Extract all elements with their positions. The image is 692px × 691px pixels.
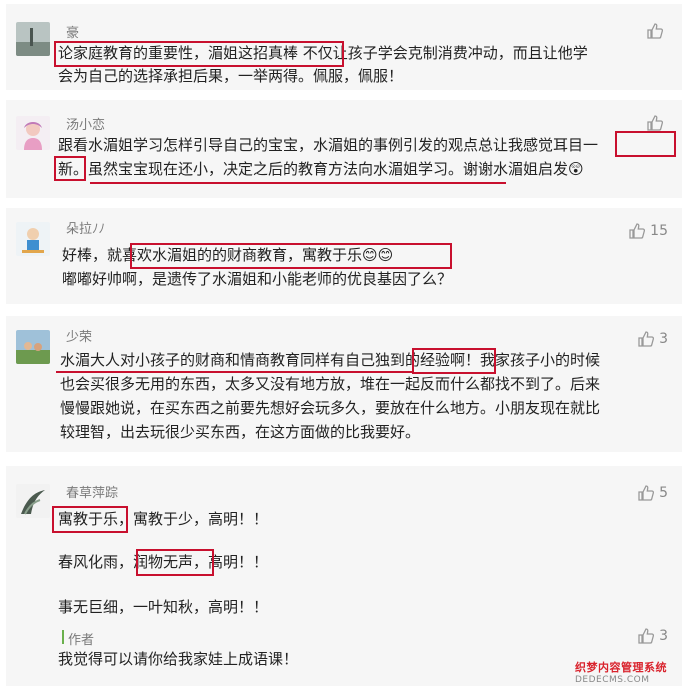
watermark: 织梦内容管理系统 DEDECMS.COM xyxy=(575,661,687,689)
comment-text-line: 也会买很多无用的东西，太多又没有地方放，堆在一起反而什么都找不到了。后来 xyxy=(60,375,601,393)
avatar[interactable] xyxy=(16,116,50,150)
comment-card: 豪 论家庭教育的重要性，湄姐这招真棒 不仅让孩子学会克制消费冲动，而且让他学 会… xyxy=(6,4,682,90)
comment-text-line: 春风化雨，润物无声，高明！！ xyxy=(58,553,269,571)
like-button[interactable] xyxy=(646,22,668,40)
thumbs-up-icon xyxy=(628,222,646,240)
avatar[interactable] xyxy=(16,22,50,56)
comment-author[interactable]: 豪 xyxy=(66,26,79,42)
comment-author[interactable]: 朵拉ﾉﾉ xyxy=(66,222,105,238)
highlight-underline xyxy=(90,182,506,184)
comment-author[interactable]: 少荣 xyxy=(66,330,92,346)
avatar[interactable] xyxy=(16,484,50,518)
comment-text-line: 新。虽然宝宝现在还小，决定之后的教育方法向水湄姐学习。谢谢水湄姐启发😲 xyxy=(58,160,584,178)
reply-like-button[interactable]: 3 xyxy=(637,627,668,645)
comment-text-line: 跟看水湄姐学习怎样引导自己的宝宝，水湄姐的事例引发的观点总让我感觉耳目一 xyxy=(58,136,599,154)
reply-text: 我觉得可以请你给我家娃上成语课！ xyxy=(58,650,299,668)
like-count: 3 xyxy=(659,331,668,347)
thumbs-up-icon xyxy=(637,627,655,645)
comment-card: 春草萍踪 5 寓教于乐，寓教于少，高明！！ 春风化雨，润物无声，高明！！ 事无巨… xyxy=(6,466,682,686)
like-count: 15 xyxy=(650,223,668,239)
comment-author[interactable]: 汤小恋 xyxy=(66,118,105,134)
thumbs-up-icon xyxy=(646,114,664,132)
comment-text-line: 好棒，就喜欢水湄姐的的财商教育，寓教于乐😊😊 xyxy=(62,246,394,264)
like-button[interactable]: 3 xyxy=(637,330,668,348)
comment-text-line: 水湄大人对小孩子的财商和情商教育同样有自己独到的经验啊！我家孩子小的时候 xyxy=(60,351,601,369)
comment-card: 汤小恋 跟看水湄姐学习怎样引导自己的宝宝，水湄姐的事例引发的观点总让我感觉耳目一… xyxy=(6,100,682,198)
like-button[interactable] xyxy=(646,114,668,132)
comment-text-line: 慢慢跟她说，在买东西之前要先想好会玩多久，要放在什么地方。小朋友现在就比 xyxy=(60,399,601,417)
like-button[interactable]: 15 xyxy=(628,222,668,240)
thumbs-up-icon xyxy=(646,22,664,40)
reply-author-label: 作者 xyxy=(68,633,95,648)
comment-text-line: 较理智，出去玩很少买东西，在这方面做的比我要好。 xyxy=(60,423,421,441)
comment-author[interactable]: 春草萍踪 xyxy=(66,486,118,502)
comment-text-line: 寓教于乐，寓教于少，高明！！ xyxy=(58,510,269,528)
thumbs-up-icon xyxy=(637,484,655,502)
like-count: 5 xyxy=(659,485,668,501)
comment-text-line: 嘟嘟好帅啊，是遗传了水湄姐和小能老师的优良基因了么？ xyxy=(62,270,453,288)
comment-card: 少荣 3 水湄大人对小孩子的财商和情商教育同样有自己独到的经验啊！我家孩子小的时… xyxy=(6,316,682,452)
highlight-box xyxy=(615,131,676,157)
avatar[interactable] xyxy=(16,222,50,256)
avatar[interactable] xyxy=(16,330,50,364)
watermark-line1: 织梦内容管理系统 xyxy=(575,661,667,674)
comment-card: 朵拉ﾉﾉ 15 好棒，就喜欢水湄姐的的财商教育，寓教于乐😊😊 嘟嘟好帅啊，是遗传… xyxy=(6,208,682,304)
comment-text-line: 论家庭教育的重要性，湄姐这招真棒 不仅让孩子学会克制消费冲动，而且让他学 xyxy=(58,44,588,62)
like-count: 3 xyxy=(659,628,668,644)
thumbs-up-icon xyxy=(637,330,655,348)
like-button[interactable]: 5 xyxy=(637,484,668,502)
reply-indicator-bar xyxy=(62,630,64,644)
watermark-line2: DEDECMS.COM xyxy=(575,675,650,685)
comment-text-line: 事无巨细，一叶知秋，高明！！ xyxy=(58,598,269,616)
comment-text-line: 会为自己的选择承担后果，一举两得。佩服，佩服！ xyxy=(58,67,404,85)
